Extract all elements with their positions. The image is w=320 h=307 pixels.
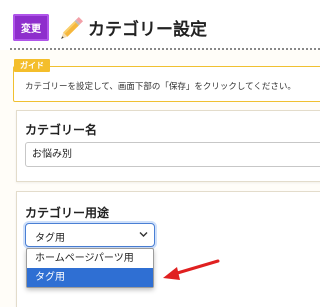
page-header: 変更 カテゴリー設定 <box>0 0 320 50</box>
dropdown-list: ホームページパーツ用 タグ用 <box>26 248 154 288</box>
page-title: カテゴリー設定 <box>88 20 207 40</box>
red-arrow-annotation <box>163 259 220 280</box>
change-button[interactable]: 変更 <box>13 14 49 41</box>
guide-text: カテゴリーを設定して、画面下部の「保存」をクリックしてください。 <box>25 82 296 92</box>
header-divider <box>10 48 320 50</box>
dropdown-option-tag[interactable]: タグ用 <box>27 268 153 287</box>
guide-tag: ガイド <box>14 59 50 72</box>
category-usage-label: カテゴリー用途 <box>25 206 110 220</box>
dropdown-option-homepage-parts[interactable]: ホームページパーツ用 <box>27 249 153 268</box>
category-name-label: カテゴリー名 <box>25 123 98 137</box>
chevron-down-icon <box>139 232 148 237</box>
page: 変更 カテゴリー設定 ガイド カテゴリーを設定して、画面下部の「保存」をクリック… <box>0 0 320 307</box>
category-usage-select[interactable]: タグ用 <box>25 223 155 247</box>
category-name-input[interactable]: お悩み別 <box>25 142 320 167</box>
pencil-icon <box>61 16 84 39</box>
select-value: タグ用 <box>35 233 65 244</box>
